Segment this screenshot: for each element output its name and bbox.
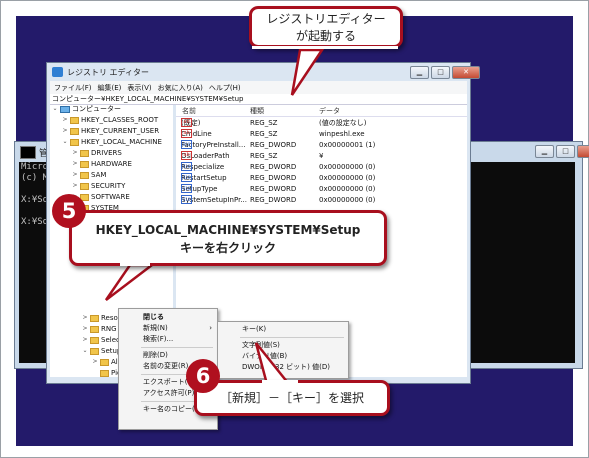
pointer-top (290, 48, 325, 96)
callout-line: HKEY_LOCAL_MACHINE¥SYSTEM¥Setup (95, 223, 361, 237)
callout-step6: ［新規］－［キー］を選択 (194, 380, 390, 416)
callout-step5: HKEY_LOCAL_MACHINE¥SYSTEM¥Setup キーを右クリック (69, 210, 387, 266)
pointer-mask (262, 380, 298, 383)
step6-badge: 6 (186, 359, 220, 393)
callout-line: ［新規］－［キー］を選択 (219, 391, 364, 405)
callout-line: キーを右クリック (179, 241, 276, 255)
pointer-mask (252, 46, 398, 49)
pointer-mask (120, 263, 150, 266)
pointer-step5 (104, 263, 156, 301)
step5-badge: 5 (52, 194, 86, 228)
